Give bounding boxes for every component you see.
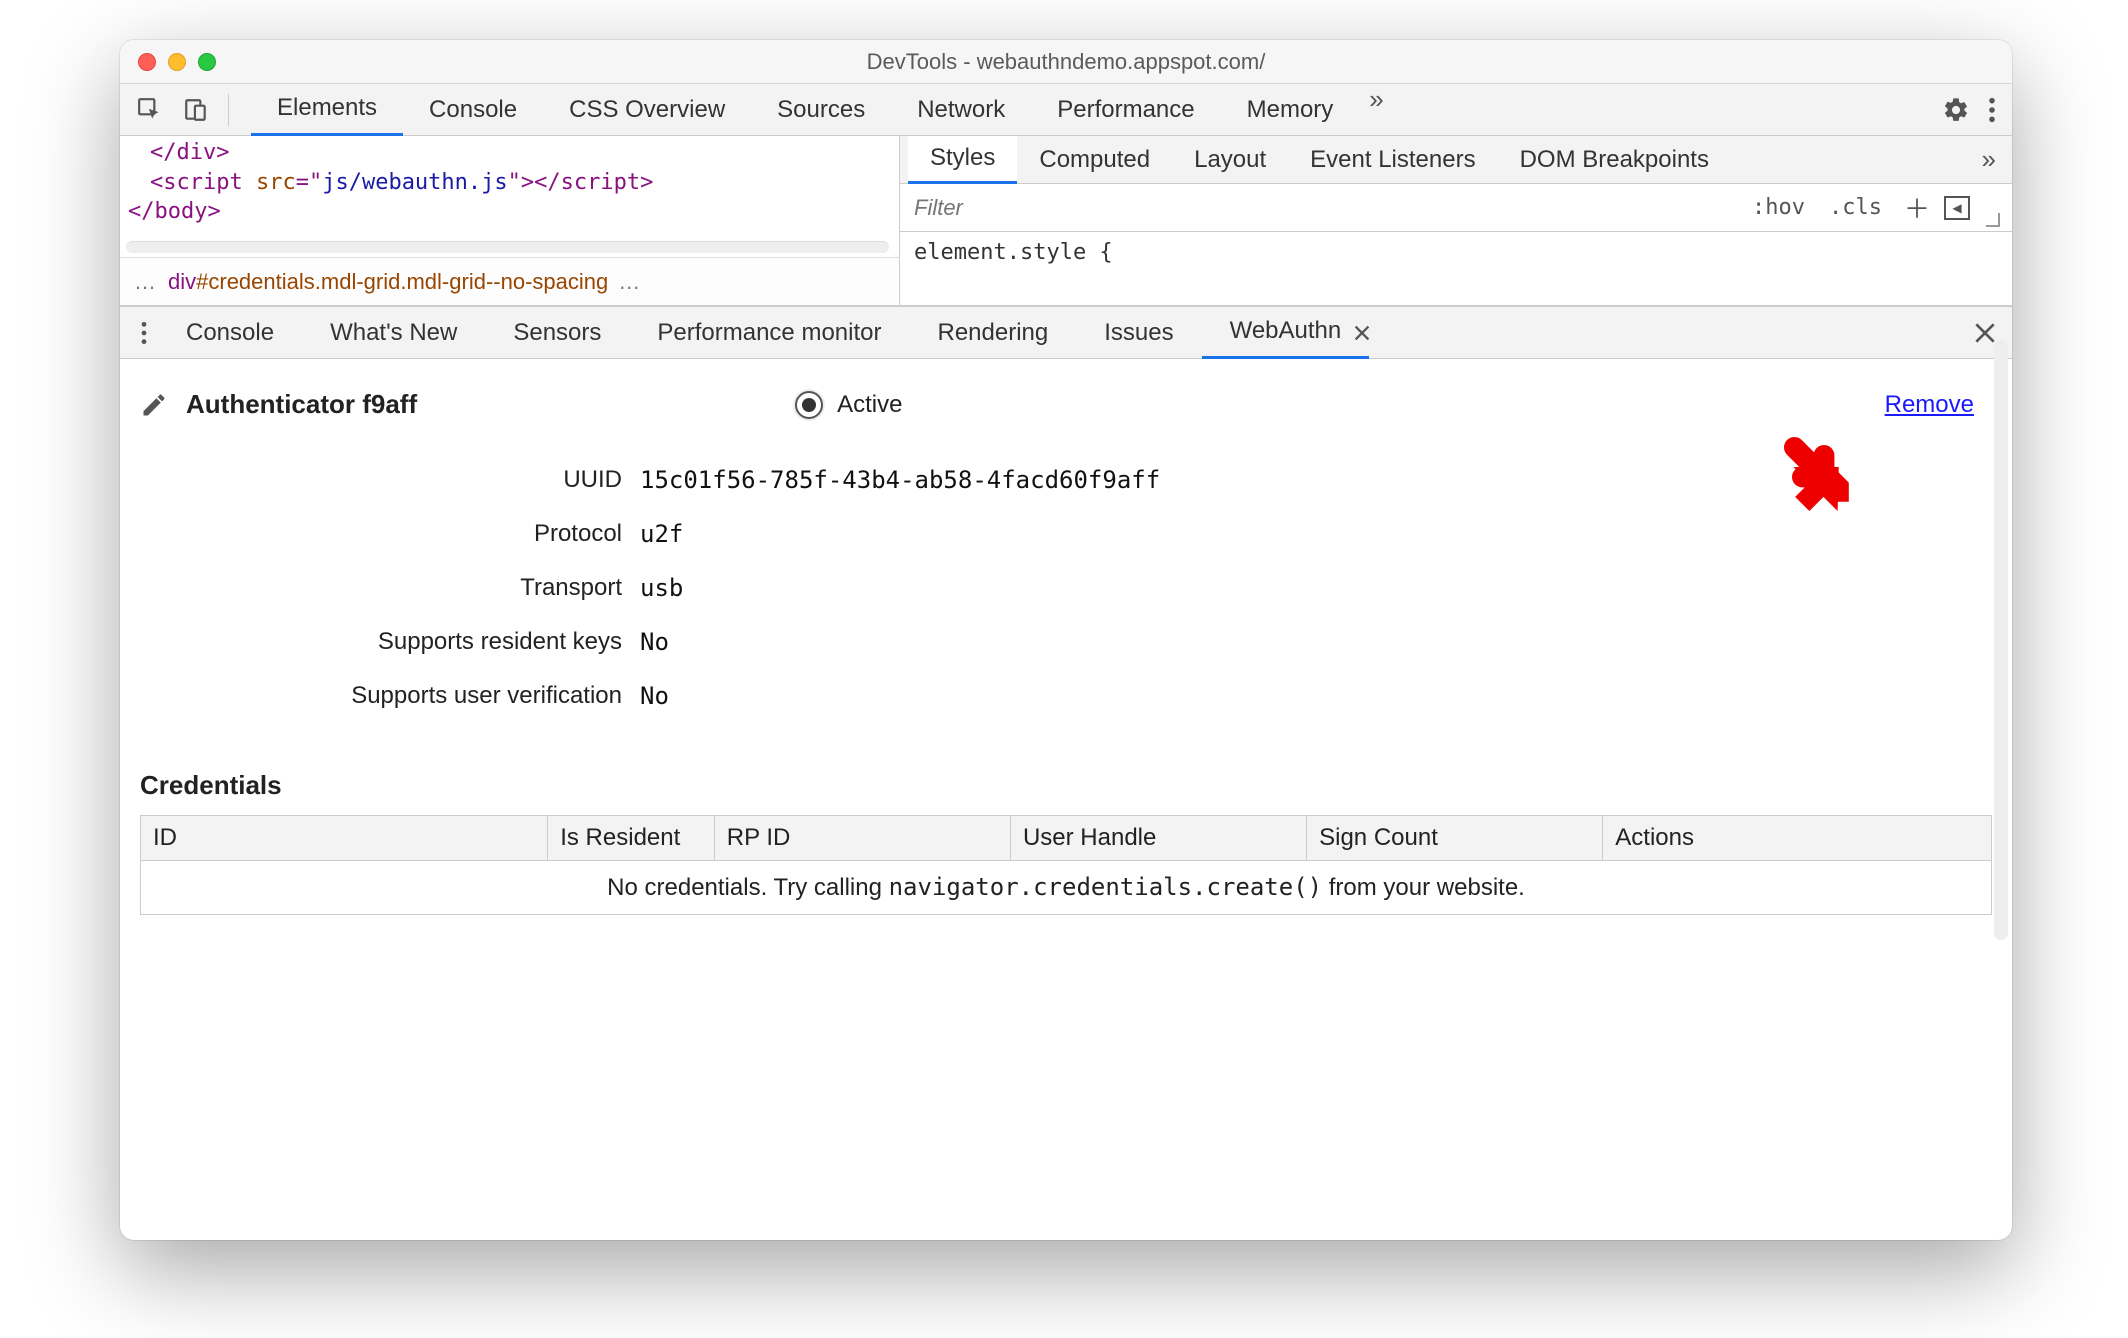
- drawer-tabs: Console What's New Sensors Performance m…: [120, 307, 2012, 359]
- breadcrumb[interactable]: … div#credentials.mdl-grid.mdl-grid--no-…: [120, 257, 899, 305]
- drawer-tab-perfmon[interactable]: Performance monitor: [629, 307, 909, 359]
- toggle-sidebar-icon[interactable]: [1944, 196, 1970, 220]
- drawer-tab-webauthn[interactable]: WebAuthn: [1202, 307, 1370, 359]
- subtab-dom-breakpoints[interactable]: DOM Breakpoints: [1498, 136, 1731, 184]
- breadcrumb-item[interactable]: div#credentials.mdl-grid.mdl-grid--no-sp…: [168, 269, 608, 295]
- elements-pane: </div> <script src="js/webauthn.js"></sc…: [120, 136, 900, 305]
- active-radio[interactable]: [795, 391, 823, 419]
- tab-network[interactable]: Network: [891, 84, 1031, 136]
- remove-link[interactable]: Remove: [1885, 391, 1992, 419]
- breadcrumb-prefix: …: [134, 269, 158, 295]
- drawer-tab-console[interactable]: Console: [158, 307, 302, 359]
- content-split: </div> <script src="js/webauthn.js"></sc…: [120, 136, 2012, 306]
- hov-button[interactable]: :hov: [1740, 195, 1817, 220]
- close-tab-icon[interactable]: [1351, 322, 1373, 344]
- dom-close: "></scr: [508, 170, 601, 195]
- drawer-tab-issues[interactable]: Issues: [1076, 307, 1201, 359]
- styles-pane: Styles Computed Layout Event Listeners D…: [900, 136, 2012, 305]
- tab-performance[interactable]: Performance: [1031, 84, 1220, 136]
- dom-eq: =": [296, 170, 323, 195]
- prop-val: u2f: [640, 520, 1992, 548]
- toolbar-right: [1942, 96, 2002, 124]
- col-isresident[interactable]: Is Resident: [548, 816, 715, 861]
- dom-close: ipt>: [600, 170, 653, 195]
- breadcrumb-suffix: …: [618, 269, 642, 295]
- subtab-computed[interactable]: Computed: [1017, 136, 1172, 184]
- dom-line: </div>: [150, 140, 229, 165]
- credentials-empty: No credentials. Try calling navigator.cr…: [141, 861, 1992, 915]
- inspect-icon[interactable]: [130, 90, 170, 130]
- styles-tabs: Styles Computed Layout Event Listeners D…: [900, 136, 2012, 184]
- cls-button[interactable]: .cls: [1817, 195, 1894, 220]
- prop-key: Protocol: [170, 520, 640, 548]
- tab-sources[interactable]: Sources: [751, 84, 891, 136]
- window-title: DevTools - webauthndemo.appspot.com/: [120, 49, 2012, 75]
- dom-attr: src: [256, 170, 296, 195]
- drawer-tab-rendering[interactable]: Rendering: [909, 307, 1076, 359]
- credentials-table: ID Is Resident RP ID User Handle Sign Co…: [140, 815, 1992, 915]
- subtabs-overflow-icon[interactable]: »: [1974, 144, 2004, 175]
- active-label: Active: [837, 391, 902, 419]
- kebab-icon[interactable]: [1988, 96, 1996, 124]
- drawer: Console What's New Sensors Performance m…: [120, 306, 2012, 1089]
- prop-key: Supports resident keys: [170, 628, 640, 656]
- subtab-styles[interactable]: Styles: [908, 136, 1017, 184]
- tab-elements[interactable]: Elements: [251, 84, 403, 136]
- col-userhandle[interactable]: User Handle: [1010, 816, 1306, 861]
- drawer-tab-whatsnew[interactable]: What's New: [302, 307, 485, 359]
- styles-filterbar: :hov .cls ＋: [900, 184, 2012, 232]
- authenticator-title: Authenticator f9aff: [186, 389, 417, 420]
- dom-line: </body>: [128, 199, 221, 224]
- prop-key: Transport: [170, 574, 640, 602]
- prop-key: UUID: [170, 466, 640, 494]
- active-radio-group: Active: [795, 391, 902, 419]
- vertical-scrollbar[interactable]: [1994, 340, 2008, 940]
- drawer-tab-sensors[interactable]: Sensors: [485, 307, 629, 359]
- subtab-event-listeners[interactable]: Event Listeners: [1288, 136, 1497, 184]
- edit-icon[interactable]: [140, 391, 168, 419]
- webauthn-panel: Authenticator f9aff Active Remove UUID 1…: [120, 359, 2012, 1089]
- divider: [228, 94, 229, 126]
- col-actions[interactable]: Actions: [1603, 816, 1992, 861]
- device-toggle-icon[interactable]: [176, 90, 216, 130]
- tab-css-overview[interactable]: CSS Overview: [543, 84, 751, 136]
- col-id[interactable]: ID: [141, 816, 548, 861]
- dom-line: <script: [150, 170, 256, 195]
- devtools-window: DevTools - webauthndemo.appspot.com/ Ele…: [120, 40, 2012, 1240]
- close-drawer-icon[interactable]: [1972, 320, 1998, 346]
- prop-val: 15c01f56-785f-43b4-ab58-4facd60f9aff: [640, 466, 1992, 494]
- element-style-block[interactable]: element.style {: [900, 232, 2012, 273]
- prop-val: No: [640, 682, 1992, 710]
- main-tabs: Elements Console CSS Overview Sources Ne…: [251, 84, 1936, 136]
- credentials-heading: Credentials: [140, 770, 1992, 801]
- subtab-layout[interactable]: Layout: [1172, 136, 1288, 184]
- gear-icon[interactable]: [1942, 96, 1970, 124]
- titlebar: DevTools - webauthndemo.appspot.com/: [120, 40, 2012, 84]
- styles-filter-input[interactable]: [900, 184, 1740, 231]
- tab-console[interactable]: Console: [403, 84, 543, 136]
- authenticator-header: Authenticator f9aff Active Remove: [140, 389, 1992, 420]
- horizontal-scrollbar[interactable]: [126, 241, 889, 253]
- col-rpid[interactable]: RP ID: [714, 816, 1010, 861]
- drawer-kebab-icon[interactable]: [130, 320, 158, 346]
- prop-key: Supports user verification: [170, 682, 640, 710]
- authenticator-properties: UUID 15c01f56-785f-43b4-ab58-4facd60f9af…: [170, 466, 1992, 710]
- tab-memory[interactable]: Memory: [1221, 84, 1360, 136]
- prop-val: No: [640, 628, 1992, 656]
- prop-val: usb: [640, 574, 1992, 602]
- dom-source[interactable]: </div> <script src="js/webauthn.js"></sc…: [120, 136, 899, 241]
- col-signcount[interactable]: Sign Count: [1307, 816, 1603, 861]
- new-style-rule-icon[interactable]: ＋: [1894, 189, 1940, 226]
- dom-val: js/webauthn.js: [322, 170, 507, 195]
- resize-corner[interactable]: [1986, 213, 2000, 227]
- main-toolbar: Elements Console CSS Overview Sources Ne…: [120, 84, 2012, 136]
- tabs-overflow-icon[interactable]: »: [1359, 84, 1393, 136]
